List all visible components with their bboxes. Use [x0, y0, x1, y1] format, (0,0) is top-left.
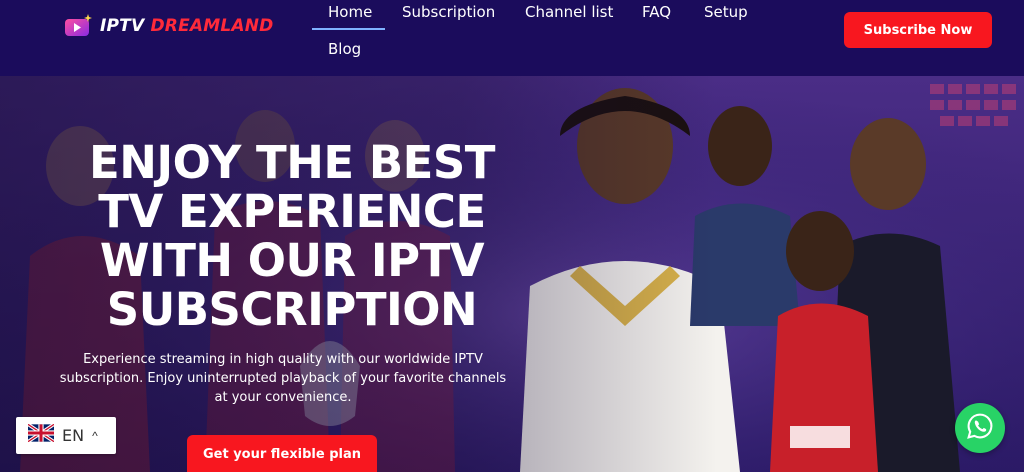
site-header: IPTV DREAMLAND Home Subscription Channel… [0, 0, 1024, 76]
chevron-up-icon: ^ [92, 428, 98, 443]
hero-section: ENJOY THE BEST TV EXPERIENCE WITH OUR IP… [0, 76, 1024, 472]
hero-headline: ENJOY THE BEST TV EXPERIENCE WITH OUR IP… [62, 138, 522, 334]
headline-line: SUBSCRIPTION [106, 283, 478, 336]
nav-blog[interactable]: Blog [328, 40, 361, 58]
hero-description: Experience streaming in high quality wit… [59, 352, 507, 405]
nav-faq[interactable]: FAQ [642, 3, 671, 21]
nav-channel-list[interactable]: Channel list [525, 3, 613, 21]
logo-text-iptv: IPTV [100, 16, 145, 36]
headline-line: TV EXPERIENCE [98, 185, 486, 238]
whatsapp-button[interactable] [955, 403, 1005, 453]
headline-line: WITH OUR IPTV [99, 234, 485, 287]
logo-tv-icon [62, 12, 94, 40]
headline-line: ENJOY THE BEST [89, 136, 495, 189]
subscribe-now-button[interactable]: Subscribe Now [844, 12, 992, 48]
nav-home[interactable]: Home [328, 3, 372, 21]
nav-active-underline [312, 28, 385, 30]
logo-text: IPTV DREAMLAND [100, 16, 274, 36]
nav-subscription[interactable]: Subscription [402, 3, 495, 21]
logo[interactable]: IPTV DREAMLAND [62, 12, 274, 40]
logo-text-dreamland: DREAMLAND [150, 16, 274, 36]
whatsapp-icon [966, 412, 994, 445]
uk-flag-icon [27, 422, 55, 447]
get-flexible-plan-button[interactable]: Get your flexible plan [187, 435, 377, 472]
nav-setup[interactable]: Setup [704, 3, 748, 21]
language-selector[interactable]: EN ^ [16, 417, 116, 454]
language-code: EN [62, 426, 85, 445]
